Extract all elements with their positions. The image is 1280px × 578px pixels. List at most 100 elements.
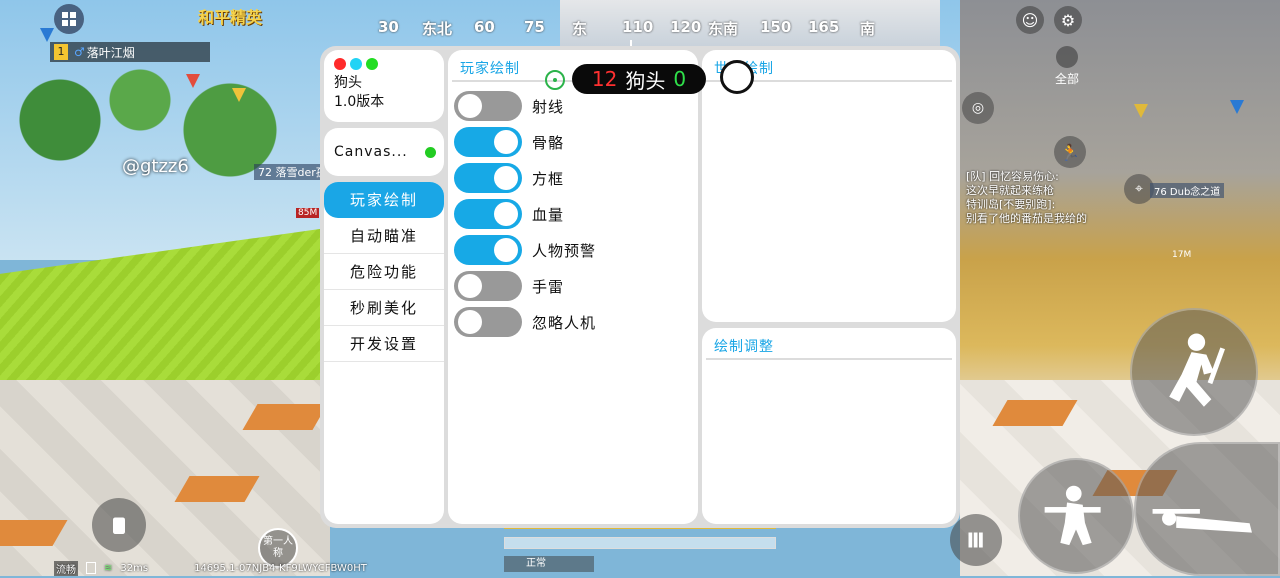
toggle-row: 手雷: [452, 268, 698, 304]
mod-menu-panel: 狗头 1.0版本 Canvas... 玩家绘制 自动瞄准 危险功能 秒刷美化 开…: [320, 46, 960, 528]
compass-mark: 120: [670, 18, 702, 36]
player-warning-switch[interactable]: [454, 235, 522, 265]
divider: [706, 358, 952, 360]
menu-grid-button[interactable]: [54, 4, 84, 34]
window-dots: [334, 58, 434, 70]
teammate-name: 落叶江烟: [86, 45, 135, 60]
teammate-row: 1 ♂ 落叶江烟: [50, 42, 210, 62]
canvas-toggle[interactable]: Canvas...: [324, 128, 444, 176]
wifi-icon: ≋: [104, 562, 113, 574]
banner-flag: [1230, 100, 1244, 114]
ray-switch[interactable]: [454, 91, 522, 121]
enemy-name: Dub念之道: [1169, 187, 1221, 198]
compass-mark: 30: [378, 18, 399, 36]
jump-icon: [1169, 333, 1226, 407]
ping-value: 32ms: [120, 562, 149, 574]
green-dot[interactable]: [366, 58, 378, 70]
app-version: 1.0版本: [334, 94, 385, 110]
fps-label: 流畅: [54, 560, 78, 576]
chat-line: 特训岛[不要别跑]:: [966, 198, 1056, 211]
toggle-row: 方框: [452, 160, 698, 196]
compass-mark: 165: [808, 18, 840, 36]
crouch-button[interactable]: [1018, 458, 1134, 574]
top-right-icons: ☺ ⚙: [1016, 6, 1082, 34]
red-dot[interactable]: [334, 58, 346, 70]
toggle-label: 人物预警: [532, 241, 597, 260]
compass-mark: 60: [474, 18, 495, 36]
voice-all-button[interactable]: 全部: [1046, 46, 1088, 86]
banner-flag: [40, 28, 54, 42]
enemy-counter: 12 狗头 0: [572, 64, 706, 94]
emote-icon[interactable]: ☺: [1016, 6, 1044, 34]
grid-icon: [62, 12, 76, 26]
enemy-distance: 17M: [1172, 250, 1192, 260]
nav-danger-functions[interactable]: 危险功能: [324, 254, 444, 290]
nav-dev-settings[interactable]: 开发设置: [324, 326, 444, 362]
voice-all-label: 全部: [1054, 72, 1079, 86]
player-tag: @gtzz6: [122, 156, 189, 177]
enemy-label-right: 76 Dub念之道: [1150, 183, 1225, 198]
battery-icon: [86, 562, 96, 574]
team-number: 1: [54, 44, 68, 60]
nav-menu: 玩家绘制 自动瞄准 危险功能 秒刷美化 开发设置: [324, 182, 444, 524]
compass-mark: 75: [524, 18, 545, 36]
chat-line: 这次早就起来练枪: [966, 184, 1054, 197]
nav-player-draw[interactable]: 玩家绘制: [324, 182, 444, 218]
toggle-label: 忽略人机: [532, 313, 597, 332]
nav-auto-aim[interactable]: 自动瞄准: [324, 218, 444, 254]
chat-line: 别看了他的番茄是我给的: [966, 212, 1087, 225]
ammo-button[interactable]: [950, 514, 1002, 566]
bullets-icon: [968, 532, 983, 548]
enemy-distance: 85M: [296, 208, 320, 218]
banner-flag: [186, 74, 200, 88]
counter-players: 12: [591, 67, 618, 91]
device-id: 14695.1-07NJB4-KF9LWYCFBW0HT: [194, 562, 367, 574]
compass-mark: 南: [860, 20, 876, 38]
jump-button[interactable]: [1130, 308, 1258, 436]
banner-flag: [232, 88, 246, 102]
toggle-row: 血量: [452, 196, 698, 232]
logo-card: 狗头 1.0版本: [324, 50, 444, 122]
male-icon: ♂: [74, 45, 85, 59]
health-switch[interactable]: [454, 199, 522, 229]
gear-icon[interactable]: ⚙: [1054, 6, 1082, 34]
skeleton-switch[interactable]: [454, 127, 522, 157]
toggle-label: 手雷: [532, 277, 565, 296]
speaker-icon: [1056, 46, 1078, 68]
player-draw-section: 玩家绘制 射线 骨骼 方框 血量 人物预警 手雷 忽略人机: [448, 50, 698, 524]
compass-mark: 东: [572, 20, 588, 38]
counter-label: 狗头: [625, 68, 666, 93]
chat-line: [队] 回忆容易伤心:: [966, 170, 1059, 183]
cyan-dot[interactable]: [350, 58, 362, 70]
app-name: 狗头: [334, 75, 362, 91]
toggle-row: 骨骼: [452, 124, 698, 160]
sprint-icon[interactable]: 🏃: [1054, 136, 1086, 168]
status-label: 正常: [504, 556, 594, 572]
floating-menu-button[interactable]: [720, 60, 754, 94]
palm-trees: [0, 60, 330, 210]
system-status-bar: 流畅 ≋ 32ms 14695.1-07NJB4-KF9LWYCFBW0HT: [54, 560, 367, 576]
toggle-row: 忽略人机: [452, 304, 698, 340]
marker-icon[interactable]: ◎: [962, 92, 994, 124]
section-title: 绘制调整: [714, 339, 774, 355]
chat-feed: [队] 回忆容易伤心: 这次早就起来练枪 特训岛[不要别跑]: 别看了他的番茄是…: [966, 170, 1106, 226]
canvas-status-dot: [425, 146, 436, 158]
banner-flag: [1134, 104, 1148, 118]
enemy-level: 72: [258, 166, 272, 179]
toggle-label: 血量: [532, 205, 565, 224]
toggle-label: 射线: [532, 97, 565, 116]
ignore-bots-switch[interactable]: [454, 307, 522, 337]
crouch-posture-button[interactable]: [92, 498, 146, 552]
grenade-switch[interactable]: [454, 271, 522, 301]
canvas-label: Canvas...: [334, 144, 408, 160]
compass-mark: 110: [622, 18, 654, 36]
compass-mark: 150: [760, 18, 792, 36]
compass: 30 东北 60 75 东 110 120 东南 150 165 南: [360, 14, 900, 50]
box-switch[interactable]: [454, 163, 522, 193]
compass-mark: 东南: [708, 20, 739, 38]
nav-instant-beautify[interactable]: 秒刷美化: [324, 290, 444, 326]
box-icon: [113, 517, 125, 534]
prone-button[interactable]: [1134, 442, 1280, 576]
target-icon: [545, 70, 565, 90]
crouch-icon: [1044, 485, 1101, 546]
